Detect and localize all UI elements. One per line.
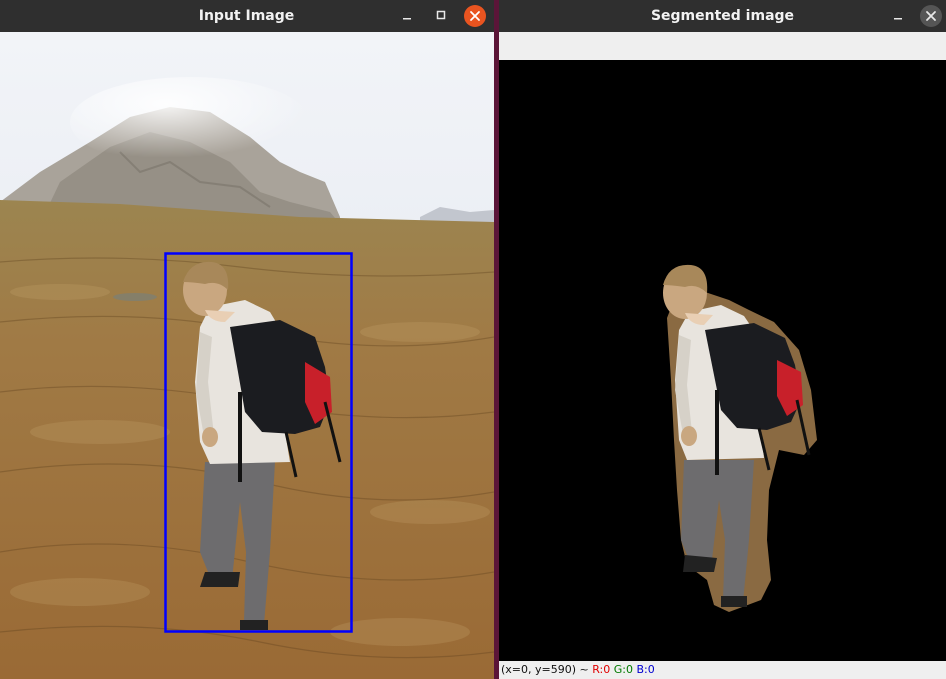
desktop: Input Image Segmented image (x=0, y=590)…	[0, 0, 946, 679]
segmented-image	[499, 60, 946, 661]
titlebar[interactable]: Input Image	[0, 0, 494, 32]
minimize-icon[interactable]	[887, 5, 909, 27]
titlebar[interactable]: Segmented image	[499, 0, 946, 32]
minimize-icon[interactable]	[396, 5, 418, 27]
input-image	[0, 32, 494, 679]
toolbar-area	[499, 32, 946, 60]
window-title: Segmented image	[650, 8, 795, 24]
input-photo	[0, 32, 494, 679]
blue-value: B:0	[636, 663, 655, 676]
green-value: G:0	[613, 663, 633, 676]
close-icon[interactable]	[920, 5, 942, 27]
cursor-coordinates: (x=0, y=590) ~	[501, 663, 589, 676]
red-value: R:0	[592, 663, 611, 676]
maximize-icon[interactable]	[430, 5, 452, 27]
input-image-window: Input Image	[0, 0, 494, 679]
segmented-image-window: Segmented image (x=0, y=590) ~ R:0 G:0 B…	[499, 0, 946, 679]
status-bar: (x=0, y=590) ~ R:0 G:0 B:0	[499, 661, 946, 679]
close-icon[interactable]	[464, 5, 486, 27]
window-title: Input Image	[198, 8, 295, 24]
segmented-photo	[499, 60, 946, 661]
